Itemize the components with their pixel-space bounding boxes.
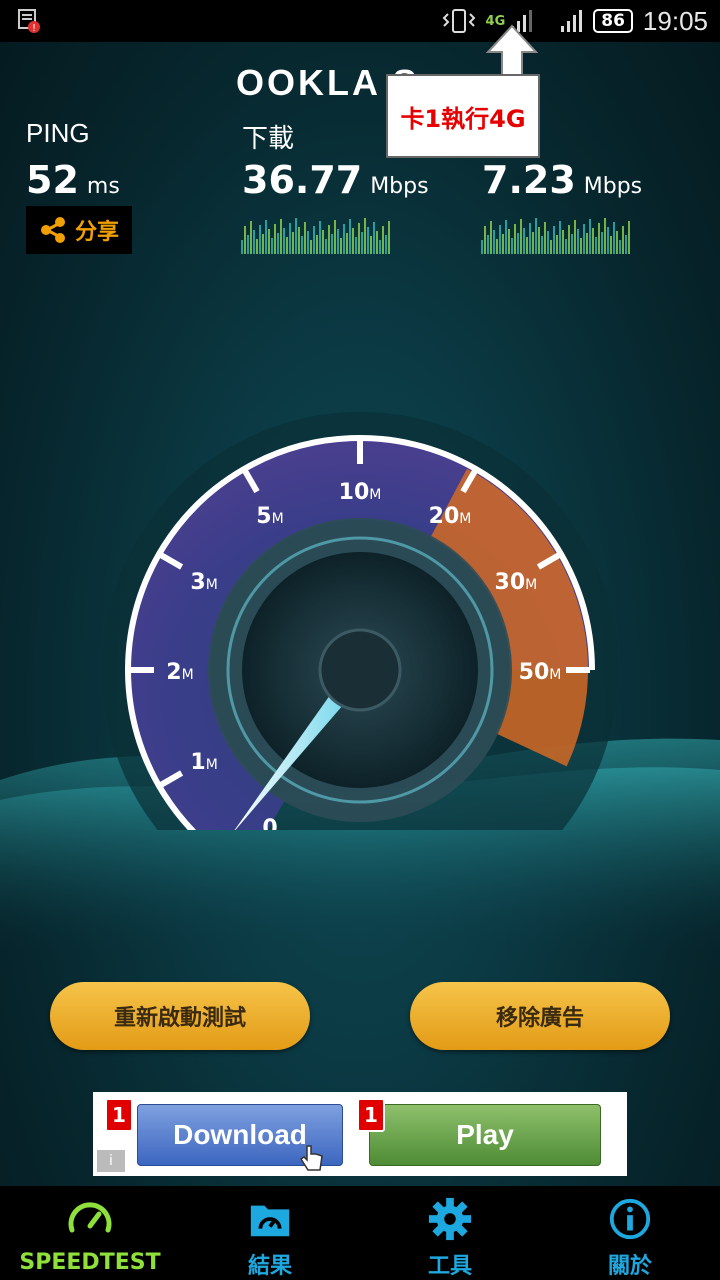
ping-unit: ms (86, 174, 120, 199)
signal-sim2-icon (561, 10, 583, 32)
callout-arrow (485, 24, 539, 77)
notification-icon: ! (18, 9, 40, 34)
hand-cursor-icon (299, 1145, 323, 1171)
info-icon (609, 1198, 651, 1240)
restart-test-button[interactable]: 重新啟動測試 (50, 982, 310, 1050)
nav-tools-label: 工具 (427, 1254, 472, 1279)
ping-value: 52 ms (26, 158, 120, 202)
download-value: 36.77 Mbps (242, 158, 429, 202)
download-number: 36.77 (242, 158, 363, 202)
gauge-tick-label: 0 (262, 816, 277, 830)
download-unit: Mbps (370, 174, 429, 199)
annotation-callout: 卡1執行4G (386, 74, 540, 158)
results-icon (250, 1205, 290, 1237)
share-button[interactable]: 分享 (26, 206, 132, 254)
status-bar: ! 4G 86 19:05 (0, 0, 720, 42)
ping-label: PING (26, 118, 90, 148)
nav-speedtest[interactable]: SPEEDTEST (0, 1186, 180, 1280)
nav-about[interactable]: 關於 (540, 1186, 720, 1280)
gear-icon (428, 1197, 472, 1241)
clock: 19:05 (642, 5, 708, 36)
upload-value: 7.23 Mbps (482, 158, 642, 202)
ad-play-button[interactable]: Play (369, 1104, 601, 1166)
ad-info-icon[interactable]: i (97, 1150, 125, 1172)
share-label: 分享 (74, 220, 119, 245)
upload-sparkline (481, 218, 630, 254)
share-icon (40, 217, 65, 243)
nav-tools[interactable]: 工具 (360, 1186, 540, 1280)
battery-level: 86 (593, 9, 633, 33)
ad-banner[interactable]: Download 1 Play 1 i (93, 1092, 627, 1176)
ping-number: 52 (26, 158, 79, 202)
nav-results-label: 結果 (247, 1254, 292, 1279)
ad-badge-play: 1 (357, 1098, 385, 1132)
svg-text:!: ! (32, 23, 36, 34)
ad-badge-download: 1 (105, 1098, 133, 1132)
remove-ads-button[interactable]: 移除廣告 (410, 982, 670, 1050)
speedometer-icon (68, 1202, 112, 1233)
nav-speedtest-label: SPEEDTEST (19, 1250, 161, 1275)
speed-gauge: 01M2M3M5M10M20M30M50M (102, 412, 618, 830)
upload-number: 7.23 (482, 158, 576, 202)
download-sparkline (241, 218, 390, 254)
upload-unit: Mbps (583, 174, 643, 199)
bottom-nav: SPEEDTEST 結果 工具 關於 (0, 1186, 720, 1280)
nav-about-label: 關於 (607, 1254, 652, 1279)
nav-results[interactable]: 結果 (180, 1186, 360, 1280)
download-label: 下載 (242, 123, 295, 153)
vibrate-icon (442, 9, 475, 33)
